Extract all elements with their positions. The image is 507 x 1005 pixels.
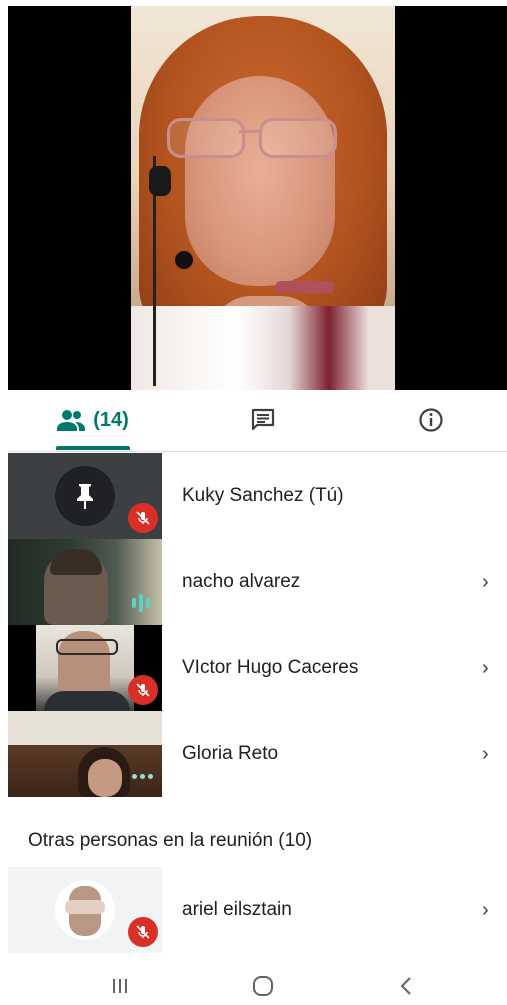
participant-row[interactable]: VIctor Hugo Caceres ›: [8, 625, 507, 711]
system-navigation-bar: [0, 966, 507, 1005]
participant-thumbnail: [8, 453, 162, 539]
glasses: [167, 118, 337, 158]
main-video-feed[interactable]: [8, 6, 507, 390]
pin-avatar: [55, 466, 115, 526]
pin-icon: [77, 484, 93, 509]
home-icon[interactable]: [243, 966, 283, 1005]
others-section-title: Otras personas en la reunión (10): [28, 830, 313, 851]
info-icon: [419, 408, 443, 432]
chevron-right-icon: ›: [482, 571, 489, 593]
people-count: (14): [93, 408, 129, 431]
participant-thumbnail: [8, 867, 162, 953]
mic-off-icon: [128, 503, 158, 533]
participant-row[interactable]: Gloria Reto ›: [8, 711, 507, 797]
participant-thumbnail: [8, 539, 162, 625]
recents-icon[interactable]: [100, 966, 140, 1005]
participant-row[interactable]: nacho alvarez ›: [8, 539, 507, 625]
mic-off-icon: [128, 917, 158, 947]
chevron-right-icon: ›: [482, 899, 489, 921]
tab-info[interactable]: [386, 391, 476, 449]
participant-name: ariel eilsztain: [182, 899, 292, 920]
chevron-right-icon: ›: [482, 657, 489, 679]
participant-row[interactable]: Kuky Sanchez (Tú): [8, 453, 507, 539]
participant-row[interactable]: ariel eilsztain ›: [8, 867, 507, 953]
active-tab-indicator: [56, 446, 130, 450]
participant-thumbnail: [8, 711, 162, 797]
tab-chat[interactable]: [218, 391, 308, 449]
participant-name: nacho alvarez: [182, 571, 301, 592]
back-icon[interactable]: [386, 966, 426, 1005]
chevron-right-icon: ›: [482, 743, 489, 765]
mic-off-icon: [128, 675, 158, 705]
panel-tabs: (14): [8, 391, 507, 452]
participant-name: Gloria Reto: [182, 743, 279, 764]
speaking-indicator-icon: [132, 594, 150, 612]
participant-name: Kuky Sanchez (Tú): [182, 485, 344, 506]
chat-icon: [251, 408, 275, 431]
participant-thumbnail: [8, 625, 162, 711]
speaker-video: [131, 6, 395, 390]
people-icon: [57, 410, 86, 431]
participant-name: VIctor Hugo Caceres: [182, 657, 359, 678]
avatar: [55, 880, 115, 940]
tab-people[interactable]: (14): [38, 391, 148, 449]
more-dots-icon: [132, 774, 153, 779]
